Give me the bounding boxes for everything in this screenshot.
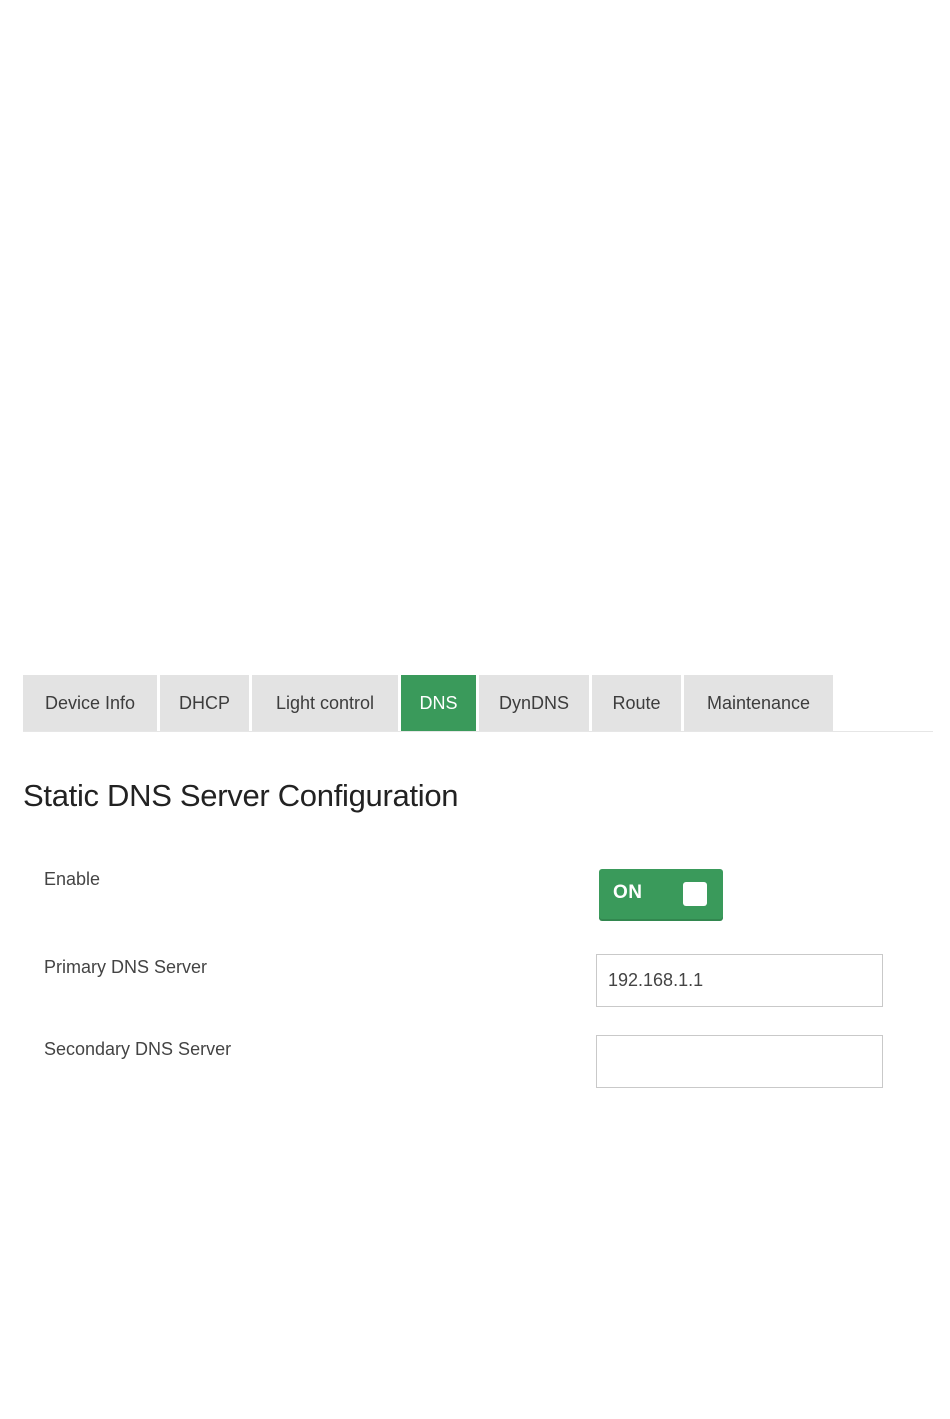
page-title: Static DNS Server Configuration — [23, 778, 459, 813]
toggle-knob — [683, 882, 707, 906]
tab-dns[interactable]: DNS — [401, 675, 476, 731]
tab-label: Maintenance — [706, 692, 811, 713]
enable-label: Enable — [44, 869, 101, 889]
tab-light-control[interactable]: Light control — [252, 675, 398, 731]
tab-route[interactable]: Route — [592, 675, 681, 731]
tab-device-info[interactable]: Device Info — [23, 675, 157, 731]
tab-label: Device Info — [44, 692, 136, 713]
tab-maintenance[interactable]: Maintenance — [684, 675, 833, 731]
toggle-state-text: ON — [613, 882, 643, 903]
tab-bar: Device Info DHCP Light control DNS DynDN… — [23, 675, 933, 732]
tab-label: Light control — [275, 692, 375, 713]
tab-dyndns[interactable]: DynDNS — [479, 675, 589, 731]
enable-toggle[interactable]: ON — [599, 869, 723, 921]
primary-dns-label: Primary DNS Server — [44, 957, 208, 977]
tab-label: DHCP — [178, 692, 230, 713]
secondary-dns-input[interactable] — [596, 1035, 883, 1088]
tab-dhcp[interactable]: DHCP — [160, 675, 249, 731]
tab-label: DynDNS — [498, 692, 569, 713]
secondary-dns-label: Secondary DNS Server — [44, 1039, 232, 1059]
primary-dns-input[interactable] — [596, 954, 883, 1007]
tab-label: Route — [612, 692, 661, 713]
tab-label: DNS — [419, 692, 458, 713]
